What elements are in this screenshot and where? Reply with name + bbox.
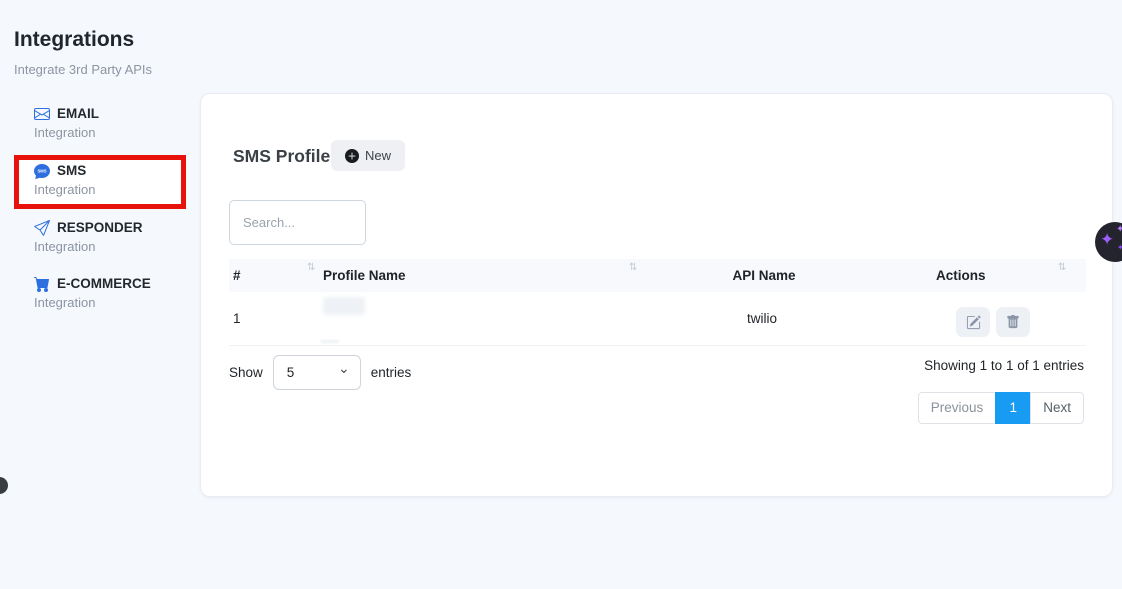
column-header-api-name[interactable]: API Name [684,259,844,292]
sms-chat-bubble-icon: SMS [34,163,50,179]
page-title: Integrations [14,28,134,52]
table-header-row: # ⇅ Profile Name ⇅ API Name Actions ⇅ [229,259,1086,292]
sidebar-item-email-sublabel: Integration [34,125,194,140]
showing-entries-text: Showing 1 to 1 of 1 entries [924,358,1084,373]
entries-label: entries [371,365,412,380]
chevron-down-icon: ⌄ [338,360,350,377]
envelope-icon [34,106,50,122]
trash-icon [1006,315,1020,329]
sidebar-item-responder[interactable]: RESPONDER Integration [34,218,194,254]
next-page-button[interactable]: Next [1030,392,1084,424]
previous-page-button[interactable]: Previous [918,392,997,424]
column-header-index[interactable]: # [233,259,241,292]
edge-handle[interactable] [0,477,8,494]
sidebar-item-ecommerce-label: E-COMMERCE [57,276,151,291]
sidebar-item-ecommerce-sublabel: Integration [34,295,194,310]
column-header-profile-name[interactable]: Profile Name [323,259,406,292]
panel-title: SMS Profile [233,146,330,167]
new-profile-button-label: New [365,148,391,163]
sidebar-item-sms-row: SMS SMS [34,161,194,180]
sidebar-item-email-label: EMAIL [57,106,99,121]
sidebar-item-sms[interactable]: SMS SMS Integration [34,161,194,197]
column-header-actions[interactable]: Actions [936,259,986,292]
edit-icon [966,315,981,330]
page-subtitle: Integrate 3rd Party APIs [14,62,152,77]
shopping-cart-icon [34,276,50,292]
sidebar-item-sms-label: SMS [57,163,86,178]
search-input[interactable] [229,200,366,245]
edit-button[interactable] [956,307,990,337]
integrations-page: Integrations Integrate 3rd Party APIs EM… [0,0,1122,589]
page-size-group: Show 5 ⌄ entries [229,355,411,390]
page-size-value: 5 [287,365,295,380]
sidebar-item-responder-label: RESPONDER [57,220,143,235]
sparkle-icon: ✦ [1117,243,1122,252]
current-page-button[interactable]: 1 [995,392,1031,424]
svg-text:SMS: SMS [37,168,46,173]
sort-icon[interactable]: ⇅ [629,262,637,274]
sidebar-item-ecommerce-row: E-COMMERCE [34,274,194,293]
sort-icon[interactable]: ⇅ [1058,262,1066,274]
cell-api-name: twilio [682,292,842,346]
delete-button[interactable] [996,307,1030,337]
sidebar-item-email-row: EMAIL [34,104,194,123]
sidebar-item-responder-sublabel: Integration [34,239,194,254]
cell-profile-name-redacted-fragment [321,340,339,343]
new-profile-button[interactable]: New [331,140,405,171]
sidebar-item-email[interactable]: EMAIL Integration [34,104,194,140]
sort-icon[interactable]: ⇅ [307,262,315,274]
sms-profile-panel: SMS Profile New # ⇅ Profile Name ⇅ API N… [200,93,1113,497]
paper-plane-icon [34,220,50,236]
plus-circle-icon [345,149,359,163]
sparkle-icon: ✦ [1116,224,1122,235]
page-size-select[interactable]: 5 ⌄ [273,355,361,390]
sidebar-item-responder-row: RESPONDER [34,218,194,237]
sidebar-item-sms-sublabel: Integration [34,182,194,197]
pagination: Previous 1 Next [918,392,1084,424]
cell-profile-name-redacted [323,297,365,315]
cell-index: 1 [233,292,241,346]
sparkle-icon: ✦ [1100,230,1114,250]
sidebar-item-ecommerce[interactable]: E-COMMERCE Integration [34,274,194,310]
show-label: Show [229,365,263,380]
profiles-table: # ⇅ Profile Name ⇅ API Name Actions ⇅ 1 … [229,259,1086,346]
table-row: 1 twilio [229,292,1086,346]
